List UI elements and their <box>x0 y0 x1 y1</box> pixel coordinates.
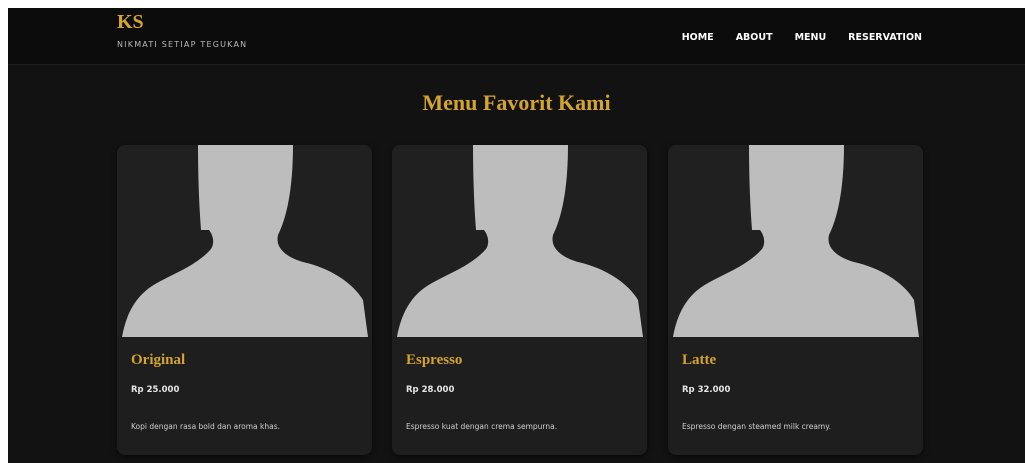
item-price: Rp 28.000 <box>406 385 455 395</box>
menu-card-latte[interactable]: Latte Rp 32.000 Espresso dengan steamed … <box>668 145 923 455</box>
menu-card-original[interactable]: Original Rp 25.000 Kopi dengan rasa bold… <box>117 145 372 455</box>
main-nav: HOME ABOUT MENU RESERVATION <box>660 32 922 43</box>
item-description: Espresso kuat dengan crema sempurna. <box>406 422 558 431</box>
item-description: Espresso dengan steamed milk creamy. <box>682 422 831 431</box>
brand[interactable]: KS NIKMATI SETIAP TEGUKAN <box>117 11 247 50</box>
navbar: KS NIKMATI SETIAP TEGUKAN HOME ABOUT MEN… <box>8 8 1025 65</box>
brand-tagline: NIKMATI SETIAP TEGUKAN <box>117 40 248 49</box>
nav-reservation-link[interactable]: RESERVATION <box>848 32 922 43</box>
item-price: Rp 32.000 <box>682 385 731 395</box>
page: KS NIKMATI SETIAP TEGUKAN HOME ABOUT MEN… <box>8 8 1025 463</box>
nav-home-link[interactable]: HOME <box>682 32 714 43</box>
item-name: Original <box>131 352 186 368</box>
nav-about-link[interactable]: ABOUT <box>736 32 773 43</box>
product-image <box>392 145 647 337</box>
item-price: Rp 25.000 <box>131 385 180 395</box>
product-image <box>117 145 372 337</box>
nav-menu-link[interactable]: MENU <box>795 32 827 43</box>
brand-logo[interactable]: KS <box>117 11 247 33</box>
section-title: Menu Favorit Kami <box>422 90 611 115</box>
item-description: Kopi dengan rasa bold dan aroma khas. <box>131 422 280 431</box>
product-image <box>668 145 923 337</box>
item-name: Espresso <box>406 352 463 368</box>
menu-card-espresso[interactable]: Espresso Rp 28.000 Espresso kuat dengan … <box>392 145 647 455</box>
item-name: Latte <box>682 352 717 368</box>
